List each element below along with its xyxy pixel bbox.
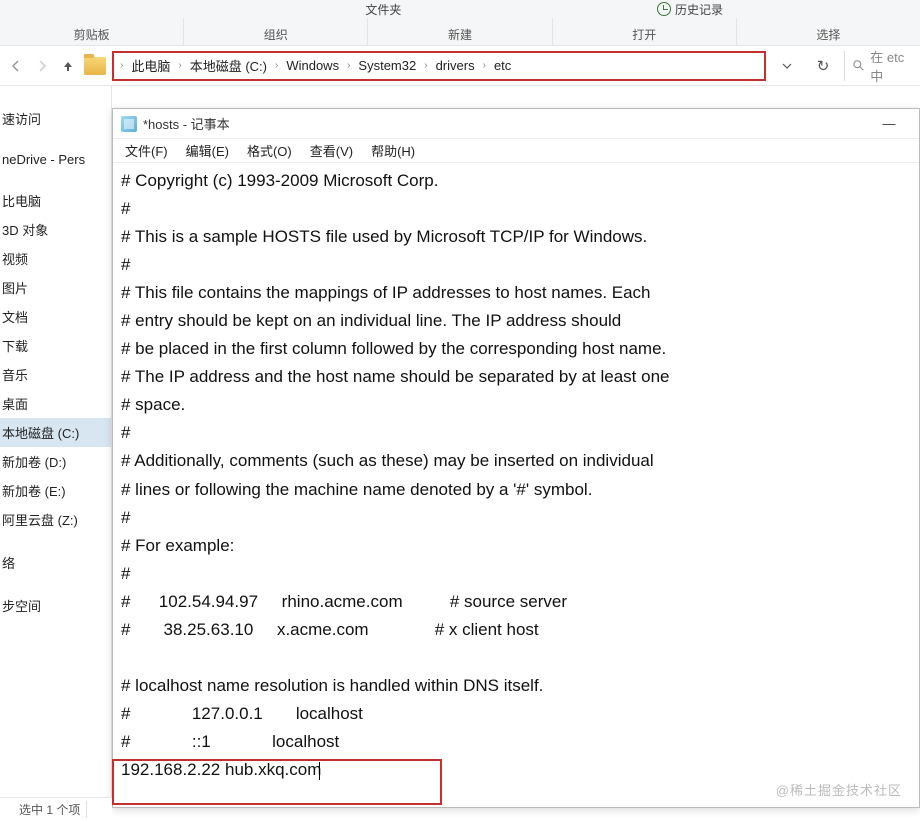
sidebar-item[interactable]: 速访问 [0,104,111,133]
nav-forward-button[interactable] [32,54,52,78]
address-dropdown-button[interactable] [772,51,802,81]
address-bar-row: › 此电脑 › 本地磁盘 (C:) › Windows › System32 ›… [0,46,920,86]
chevron-right-icon: › [483,60,486,71]
nav-up-button[interactable] [58,54,78,78]
ribbon-item-placeholder [460,0,613,18]
refresh-button[interactable]: ↻ [808,51,838,81]
chevron-right-icon: › [120,60,123,71]
sidebar-item[interactable]: 新加卷 (E:) [0,476,111,505]
ribbon-groups: 剪贴板 组织 新建 打开 选择 [0,18,920,46]
breadcrumb[interactable]: › 此电脑 › 本地磁盘 (C:) › Windows › System32 ›… [112,51,766,81]
crumb-this-pc[interactable]: 此电脑 [127,54,174,77]
status-selected: 选中 1 个项 [19,801,87,818]
search-box[interactable]: 在 etc 中 [844,51,914,81]
sidebar-item[interactable]: 桌面 [0,389,111,418]
sidebar-item[interactable]: 络 [0,548,111,577]
ribbon-group-label: 新建 [448,26,472,43]
crumb-windows[interactable]: Windows [282,56,343,75]
sidebar-item[interactable]: 比电脑 [0,186,111,215]
folder-icon [84,57,106,75]
ribbon-group-label: 打开 [632,26,656,43]
sidebar-item[interactable]: 本地磁盘 (C:) [0,418,111,447]
chevron-right-icon: › [424,60,427,71]
history-icon [657,2,671,16]
menu-file[interactable]: 文件(F) [117,139,176,162]
search-icon [853,59,864,72]
sidebar-item[interactable]: 视频 [0,244,111,273]
chevron-right-icon: › [347,60,350,71]
ribbon-item-label: 历史记录 [675,1,723,18]
chevron-right-icon: › [178,60,181,71]
notepad-content[interactable]: # Copyright (c) 1993-2009 Microsoft Corp… [113,163,919,788]
watermark: @稀土掘金技术社区 [776,780,902,799]
nav-back-button[interactable] [6,54,26,78]
menu-help[interactable]: 帮助(H) [363,139,423,162]
notepad-title: *hosts - 记事本 [143,114,867,133]
ribbon-group-label: 组织 [264,26,288,43]
notepad-icon [121,116,137,132]
ribbon-group-label: 选择 [816,26,840,43]
crumb-system32[interactable]: System32 [354,56,420,75]
ribbon-top-row: 文件夹 历史记录 [0,0,920,18]
sidebar-item[interactable]: 3D 对象 [0,215,111,244]
menu-format[interactable]: 格式(O) [239,139,300,162]
sidebar-item[interactable]: 音乐 [0,360,111,389]
crumb-etc[interactable]: etc [490,56,515,75]
sidebar-item[interactable]: 下载 [0,331,111,360]
sidebar: 速访问 neDrive - Pers 比电脑3D 对象视频图片文档下载音乐桌面本地磁… [0,86,112,821]
notepad-menubar: 文件(F) 编辑(E) 格式(O) 查看(V) 帮助(H) [113,139,919,163]
notepad-titlebar[interactable]: *hosts - 记事本 — [113,109,919,139]
crumb-drivers[interactable]: drivers [432,56,479,75]
crumb-c-drive[interactable]: 本地磁盘 (C:) [186,54,271,77]
sidebar-item[interactable]: 图片 [0,273,111,302]
ribbon-item-placeholder [153,0,306,18]
menu-view[interactable]: 查看(V) [302,139,361,162]
sidebar-item[interactable]: 文档 [0,302,111,331]
ribbon-item-placeholder [767,0,920,18]
ribbon-group-label: 剪贴板 [74,26,110,43]
minimize-button[interactable]: — [867,110,911,138]
ribbon-group-open: 打开 [553,18,737,45]
notepad-window: *hosts - 记事本 — 文件(F) 编辑(E) 格式(O) 查看(V) 帮… [112,108,920,808]
ribbon-item-label: 文件夹 [365,1,401,18]
sidebar-item[interactable]: 阿里云盘 (Z:) [0,505,111,534]
ribbon-group-organize: 组织 [184,18,368,45]
chevron-right-icon: › [275,60,278,71]
sidebar-item[interactable]: 步空间 [0,591,111,620]
sidebar-item[interactable]: neDrive - Pers [0,147,111,172]
sidebar-item[interactable]: 新加卷 (D:) [0,447,111,476]
statusbar: 选中 1 个项 [0,797,112,821]
ribbon-item-placeholder [0,0,153,18]
ribbon-item-history[interactable]: 历史记录 [613,0,766,18]
search-placeholder: 在 etc 中 [870,47,914,85]
ribbon-group-new: 新建 [368,18,552,45]
ribbon-item-folder[interactable]: 文件夹 [307,0,460,18]
ribbon-group-select: 选择 [737,18,920,45]
menu-edit[interactable]: 编辑(E) [178,139,237,162]
ribbon-group-clipboard: 剪贴板 [0,18,184,45]
